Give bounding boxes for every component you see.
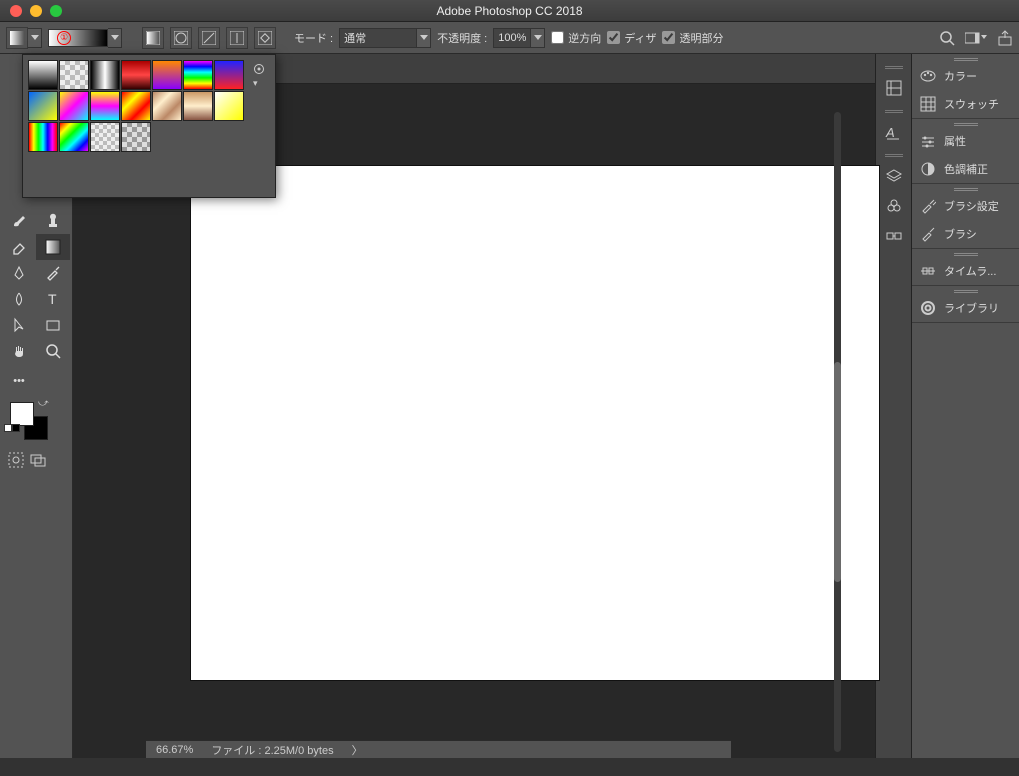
dither-checkbox[interactable]: ディザ: [607, 30, 656, 46]
chevron-right-icon[interactable]: 〉: [352, 742, 363, 758]
gradient-tool-icon: [6, 27, 28, 49]
app-title: Adobe Photoshop CC 2018: [0, 4, 1019, 18]
panel-handle[interactable]: [912, 249, 1019, 257]
gradient-swatch[interactable]: [152, 60, 182, 90]
brush-tool[interactable]: [2, 208, 36, 234]
vertical-scrollbar[interactable]: [834, 112, 841, 752]
panel-handle[interactable]: [912, 54, 1019, 62]
gradient-picker-flyout: ▾: [22, 54, 276, 198]
character-dock-icon[interactable]: A: [880, 118, 908, 146]
zoom-level[interactable]: 66.67%: [156, 744, 193, 756]
diamond-gradient-button[interactable]: [254, 27, 276, 49]
pen-tool[interactable]: [2, 260, 36, 286]
quick-mask-icon[interactable]: [8, 452, 24, 468]
radial-gradient-button[interactable]: [170, 27, 192, 49]
blend-mode-value: 通常: [339, 28, 417, 48]
panel-handle[interactable]: [912, 184, 1019, 192]
panel-libraries[interactable]: ライブラリ: [912, 294, 1019, 322]
opacity-field[interactable]: 100%: [493, 28, 545, 48]
svg-text:A: A: [885, 125, 895, 140]
dock-handle[interactable]: [883, 152, 905, 156]
gradient-swatch[interactable]: [90, 91, 120, 121]
type-tool[interactable]: T: [36, 286, 70, 312]
panel-brush-settings[interactable]: ブラシ設定: [912, 192, 1019, 220]
scrollbar-thumb[interactable]: [834, 362, 841, 582]
panel-adjustments[interactable]: 色調補正: [912, 155, 1019, 183]
gradient-picker-dropdown[interactable]: ①: [48, 28, 122, 48]
gradient-swatch[interactable]: [28, 60, 58, 90]
chevron-down-icon: [108, 28, 122, 48]
panel-color[interactable]: カラー: [912, 62, 1019, 90]
gradient-preview: ①: [48, 29, 108, 47]
gradient-swatch[interactable]: [28, 122, 58, 152]
reverse-checkbox[interactable]: 逆方向: [551, 30, 601, 46]
gradient-swatch[interactable]: [152, 91, 182, 121]
gradient-swatch[interactable]: [214, 60, 244, 90]
workspace-menu[interactable]: [965, 31, 987, 45]
titlebar: Adobe Photoshop CC 2018: [0, 0, 1019, 22]
eyedropper-tool[interactable]: [36, 260, 70, 286]
panel-timeline[interactable]: タイムラ...: [912, 257, 1019, 285]
blend-mode-select[interactable]: 通常: [339, 28, 431, 48]
panel-brushes[interactable]: ブラシ: [912, 220, 1019, 248]
gradient-swatch[interactable]: [90, 122, 120, 152]
gradient-swatch[interactable]: [183, 60, 213, 90]
gradient-swatch[interactable]: [183, 91, 213, 121]
svg-text:T: T: [48, 291, 57, 307]
dock-handle[interactable]: [883, 64, 905, 68]
color-wells: ⤻: [0, 394, 72, 448]
path-select-tool[interactable]: [2, 312, 36, 338]
gradient-swatch[interactable]: [214, 91, 244, 121]
gradient-swatch[interactable]: [121, 60, 151, 90]
dock-handle[interactable]: [883, 108, 905, 112]
default-colors-icon[interactable]: [4, 424, 20, 432]
hand-tool[interactable]: [2, 338, 36, 364]
right-panels: カラー スウォッチ 属性 色調補正 ブラシ設定 ブラシ タイムラ... ライブラ…: [911, 54, 1019, 758]
panel-swatches[interactable]: スウォッチ: [912, 90, 1019, 118]
gradient-swatch[interactable]: [59, 122, 89, 152]
gradient-swatch[interactable]: [121, 122, 151, 152]
paths-dock-icon[interactable]: [880, 222, 908, 250]
panel-handle[interactable]: [912, 286, 1019, 294]
gradient-swatch[interactable]: [121, 91, 151, 121]
linear-gradient-button[interactable]: [142, 27, 164, 49]
canvas[interactable]: [191, 166, 879, 680]
rectangle-tool[interactable]: [36, 312, 70, 338]
gradient-swatch[interactable]: [59, 60, 89, 90]
blur-tool[interactable]: [2, 286, 36, 312]
search-icon[interactable]: [939, 30, 955, 46]
tool-preset-dropdown[interactable]: [6, 27, 42, 49]
transparency-checkbox[interactable]: 透明部分: [662, 30, 723, 46]
panel-properties[interactable]: 属性: [912, 127, 1019, 155]
angle-gradient-button[interactable]: [198, 27, 220, 49]
gradient-swatch[interactable]: [90, 60, 120, 90]
chevron-down-icon: [28, 28, 42, 48]
gradient-tool[interactable]: [36, 234, 70, 260]
reflected-gradient-button[interactable]: [226, 27, 248, 49]
stamp-tool[interactable]: [36, 208, 70, 234]
opacity-value: 100%: [493, 28, 531, 48]
screen-mode-icon[interactable]: [30, 452, 46, 468]
dock-column: A: [875, 54, 911, 758]
file-info[interactable]: ファイル : 2.25M/0 bytes: [211, 742, 333, 758]
share-icon[interactable]: [997, 30, 1013, 46]
gradient-swatch[interactable]: [28, 91, 58, 121]
gear-icon[interactable]: ▾: [253, 63, 267, 89]
opacity-label: 不透明度 :: [437, 30, 487, 46]
options-bar: ① モード : 通常 不透明度 : 100% 逆方向 ディザ 透明部分: [0, 22, 1019, 54]
panel-handle[interactable]: [912, 119, 1019, 127]
gradient-swatch[interactable]: [59, 91, 89, 121]
swap-colors-icon[interactable]: ⤻: [38, 398, 49, 409]
more-tools[interactable]: •••: [2, 368, 36, 394]
mode-label: モード :: [294, 30, 333, 46]
channels-dock-icon[interactable]: [880, 192, 908, 220]
gradient-swatch-grid: [23, 55, 251, 157]
history-dock-icon[interactable]: [880, 74, 908, 102]
annotation-marker: ①: [57, 31, 71, 45]
zoom-tool[interactable]: [36, 338, 70, 364]
foreground-color[interactable]: [10, 402, 34, 426]
statusbar: 66.67% ファイル : 2.25M/0 bytes 〉: [146, 740, 731, 758]
layers-dock-icon[interactable]: [880, 162, 908, 190]
eraser-tool[interactable]: [2, 234, 36, 260]
